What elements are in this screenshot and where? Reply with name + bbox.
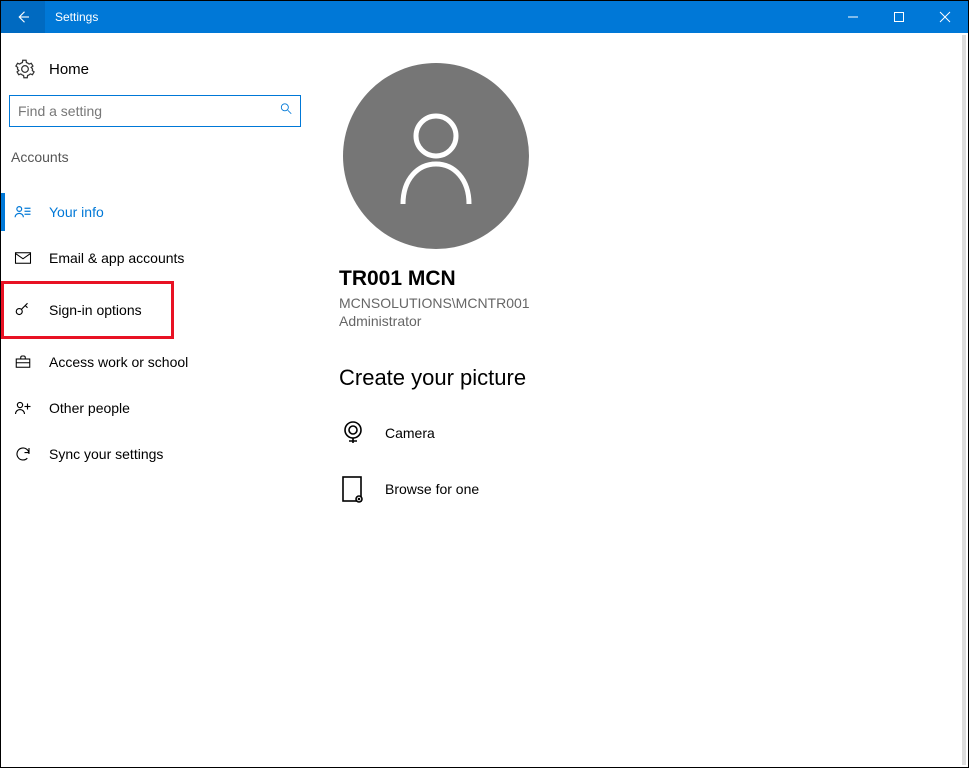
camera-label: Camera: [385, 425, 435, 441]
arrow-left-icon: [14, 8, 32, 26]
nav-label: Access work or school: [49, 354, 188, 370]
close-button[interactable]: [922, 1, 968, 33]
content: TR001 MCN MCNSOLUTIONS\MCNTR001 Administ…: [309, 33, 968, 767]
camera-option[interactable]: Camera: [339, 419, 968, 447]
nav-item-access-work-school[interactable]: Access work or school: [1, 339, 309, 385]
nav-label: Other people: [49, 400, 130, 416]
nav-label: Sign-in options: [49, 302, 142, 318]
account-role: Administrator: [339, 313, 968, 329]
sync-icon: [13, 444, 33, 464]
home-button[interactable]: Home: [1, 53, 309, 85]
briefcase-icon: [13, 352, 33, 372]
section-label-accounts: Accounts: [1, 127, 309, 165]
person-list-icon: [13, 202, 33, 222]
scrollbar[interactable]: [962, 35, 966, 765]
gear-icon: [15, 59, 35, 79]
close-icon: [939, 11, 951, 23]
browse-option[interactable]: Browse for one: [339, 475, 968, 503]
search-input[interactable]: [9, 95, 301, 127]
nav-item-other-people[interactable]: Other people: [1, 385, 309, 431]
people-plus-icon: [13, 398, 33, 418]
nav-list: Your info Email & app accounts Sign-in o…: [1, 189, 309, 477]
maximize-icon: [893, 11, 905, 23]
account-domain-user: MCNSOLUTIONS\MCNTR001: [339, 295, 968, 311]
person-icon: [391, 106, 481, 206]
key-icon: [13, 300, 33, 320]
nav-label: Your info: [49, 204, 104, 220]
browse-label: Browse for one: [385, 481, 479, 497]
window-title: Settings: [45, 10, 830, 24]
nav-label: Email & app accounts: [49, 250, 184, 266]
minimize-icon: [847, 11, 859, 23]
title-bar: Settings: [1, 1, 968, 33]
nav-item-your-info[interactable]: Your info: [1, 189, 309, 235]
account-display-name: TR001 MCN: [339, 267, 968, 291]
avatar: [343, 63, 529, 249]
search-icon: [279, 102, 293, 121]
sidebar: Home Accounts Your info: [1, 33, 309, 767]
nav-item-sign-in-options[interactable]: Sign-in options: [1, 281, 174, 339]
nav-item-sync-settings[interactable]: Sync your settings: [1, 431, 309, 477]
browse-icon: [339, 475, 367, 503]
envelope-icon: [13, 248, 33, 268]
maximize-button[interactable]: [876, 1, 922, 33]
nav-item-email-app-accounts[interactable]: Email & app accounts: [1, 235, 309, 281]
back-button[interactable]: [1, 1, 45, 33]
minimize-button[interactable]: [830, 1, 876, 33]
window-controls: [830, 1, 968, 33]
home-label: Home: [49, 61, 89, 78]
nav-label: Sync your settings: [49, 446, 163, 462]
camera-icon: [339, 419, 367, 447]
create-picture-heading: Create your picture: [339, 365, 968, 391]
